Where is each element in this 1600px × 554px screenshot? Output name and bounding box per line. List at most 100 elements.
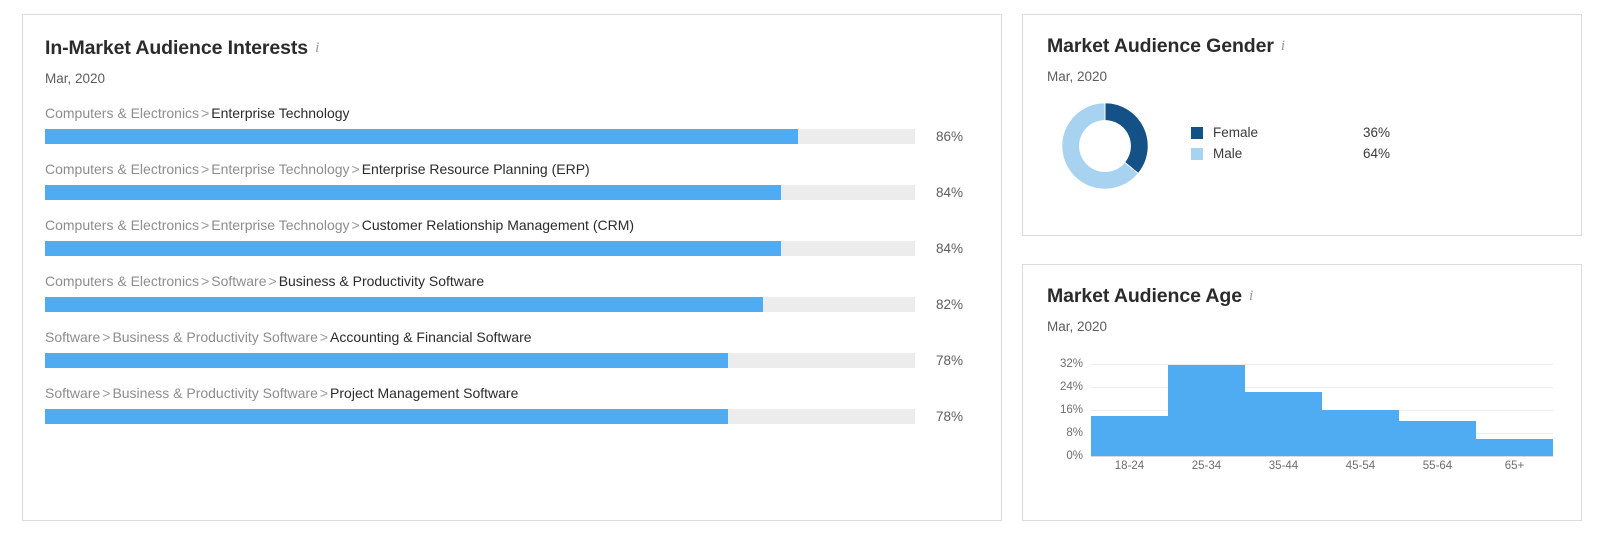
gridline	[1091, 456, 1553, 457]
age-bar-cell	[1091, 352, 1168, 456]
age-bar[interactable]	[1091, 416, 1168, 456]
age-title: Market Audience Age	[1047, 285, 1242, 307]
y-tick-label: 32%	[1060, 358, 1083, 370]
bar-track	[45, 409, 915, 424]
left-column: In-Market Audience Interestsi Mar, 2020 …	[22, 14, 1002, 540]
breadcrumb-separator: >	[199, 217, 211, 233]
bar-line: 84%	[45, 241, 973, 256]
bar-value: 78%	[936, 409, 970, 424]
age-bar[interactable]	[1399, 421, 1476, 456]
bar-line: 78%	[45, 409, 973, 424]
breadcrumb-leaf: Business & Productivity Software	[279, 273, 484, 289]
breadcrumb-separator: >	[350, 161, 362, 177]
age-bar[interactable]	[1476, 439, 1553, 456]
breadcrumb: Computers & Electronics>Enterprise Techn…	[45, 217, 973, 233]
breadcrumb-segment: Computers & Electronics	[45, 105, 199, 121]
breadcrumb-leaf: Accounting & Financial Software	[330, 329, 532, 345]
bar-fill	[45, 353, 728, 368]
breadcrumb-separator: >	[199, 105, 211, 121]
gender-chart-body: Female36% Male64%	[1047, 98, 1557, 194]
age-bar-cell	[1322, 352, 1399, 456]
breadcrumb-segment: Computers & Electronics	[45, 273, 199, 289]
interest-row: Computers & Electronics>Enterprise Techn…	[45, 217, 973, 256]
bar-line: 82%	[45, 297, 973, 312]
bar-line: 84%	[45, 185, 973, 200]
x-tick-label: 35-44	[1245, 460, 1322, 472]
legend-swatch	[1191, 127, 1203, 139]
interest-row: Computers & Electronics>Enterprise Techn…	[45, 105, 973, 144]
page-title: In-Market Audience Interests	[45, 37, 308, 59]
y-axis: 32%24%16%8%0%	[1047, 352, 1083, 456]
age-bar-series	[1091, 352, 1553, 456]
bar-value: 84%	[936, 185, 970, 200]
breadcrumb-leaf: Enterprise Technology	[211, 105, 349, 121]
interest-row: Computers & Electronics>Enterprise Techn…	[45, 161, 973, 200]
x-tick-label: 45-54	[1322, 460, 1399, 472]
breadcrumb: Computers & Electronics>Enterprise Techn…	[45, 105, 973, 121]
legend-swatch	[1191, 148, 1203, 160]
age-bar[interactable]	[1168, 365, 1245, 456]
interest-row: Software>Business & Productivity Softwar…	[45, 385, 973, 424]
breadcrumb-separator: >	[318, 385, 330, 401]
breadcrumb-separator: >	[100, 329, 112, 345]
x-tick-label: 65+	[1476, 460, 1553, 472]
breadcrumb: Software>Business & Productivity Softwar…	[45, 329, 973, 345]
bar-track	[45, 129, 915, 144]
age-bar-cell	[1399, 352, 1476, 456]
info-icon[interactable]: i	[1281, 38, 1285, 55]
bar-fill	[45, 241, 781, 256]
x-tick-label: 25-34	[1168, 460, 1245, 472]
age-histogram: 32%24%16%8%0% 18-2425-3435-4445-5455-646…	[1047, 352, 1557, 482]
y-tick-label: 16%	[1060, 404, 1083, 416]
bar-value: 86%	[936, 129, 970, 144]
bar-fill	[45, 409, 728, 424]
interest-row: Computers & Electronics>Software>Busines…	[45, 273, 973, 312]
legend-label: Male	[1213, 146, 1363, 161]
breadcrumb-segment: Software	[45, 385, 100, 401]
breadcrumb-segment: Software	[45, 329, 100, 345]
info-icon[interactable]: i	[1249, 288, 1253, 305]
y-tick-label: 24%	[1060, 381, 1083, 393]
breadcrumb-segment: Computers & Electronics	[45, 217, 199, 233]
age-bar[interactable]	[1245, 392, 1322, 456]
age-bar-cell	[1476, 352, 1553, 456]
market-audience-gender-card: Market Audience Genderi Mar, 2020 Female…	[1022, 14, 1582, 236]
breadcrumb: Software>Business & Productivity Softwar…	[45, 385, 973, 401]
breadcrumb-segment: Enterprise Technology	[211, 161, 349, 177]
x-axis: 18-2425-3435-4445-5455-6465+	[1091, 460, 1553, 472]
breadcrumb-separator: >	[199, 161, 211, 177]
bar-line: 78%	[45, 353, 973, 368]
gender-legend: Female36% Male64%	[1191, 125, 1557, 167]
card-subtitle: Mar, 2020	[1047, 319, 1557, 334]
breadcrumb-separator: >	[350, 217, 362, 233]
gender-donut-chart	[1057, 98, 1153, 194]
x-tick-label: 55-64	[1399, 460, 1476, 472]
breadcrumb-separator: >	[199, 273, 211, 289]
legend-value: 64%	[1363, 146, 1390, 161]
breadcrumb-segment: Computers & Electronics	[45, 161, 199, 177]
card-header: Market Audience Age i	[1047, 285, 1557, 308]
bar-track	[45, 241, 915, 256]
bar-fill	[45, 185, 781, 200]
legend-value: 36%	[1363, 125, 1390, 140]
age-bar-cell	[1245, 352, 1322, 456]
info-icon[interactable]: i	[315, 40, 319, 57]
legend-item[interactable]: Female36%	[1191, 125, 1557, 140]
breadcrumb-segment: Enterprise Technology	[211, 217, 349, 233]
card-header: Market Audience Genderi	[1047, 35, 1557, 58]
right-column: Market Audience Genderi Mar, 2020 Female…	[1022, 14, 1582, 540]
bar-track	[45, 185, 915, 200]
bar-value: 78%	[936, 353, 970, 368]
y-tick-label: 8%	[1066, 427, 1083, 439]
breadcrumb: Computers & Electronics>Enterprise Techn…	[45, 161, 973, 177]
breadcrumb: Computers & Electronics>Software>Busines…	[45, 273, 973, 289]
age-bar[interactable]	[1322, 410, 1399, 456]
card-subtitle: Mar, 2020	[45, 71, 973, 86]
legend-item[interactable]: Male64%	[1191, 146, 1557, 161]
bar-fill	[45, 297, 763, 312]
breadcrumb-separator: >	[267, 273, 279, 289]
market-audience-age-card: Market Audience Age i Mar, 2020 32% 24% 16%…	[1022, 264, 1582, 521]
age-bar-cell	[1168, 352, 1245, 456]
breadcrumb-segment: Business & Productivity Software	[112, 329, 317, 345]
plot-area	[1091, 352, 1553, 456]
